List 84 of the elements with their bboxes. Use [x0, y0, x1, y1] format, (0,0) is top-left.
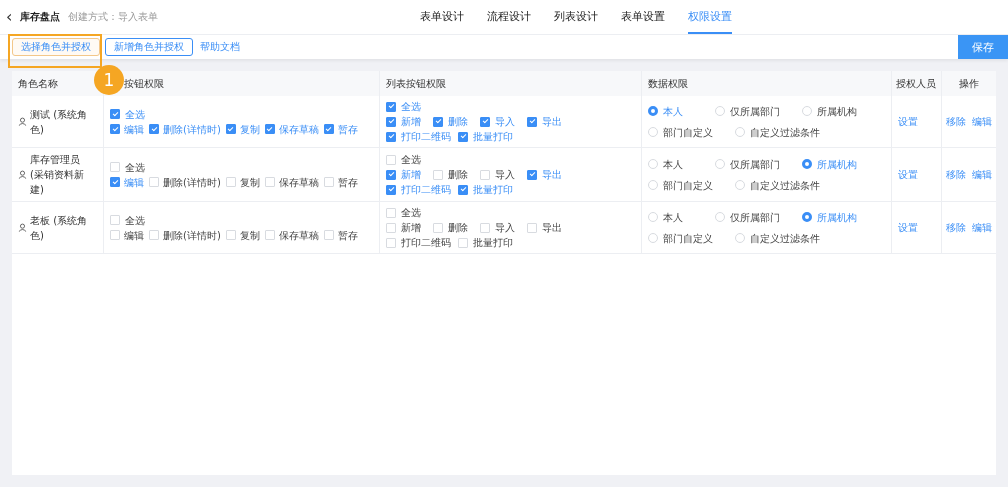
radio-option[interactable]: 部门自定义 [648, 231, 713, 245]
checkbox-option[interactable]: 批量打印 [458, 236, 513, 249]
checkbox-option[interactable]: 新增 [386, 168, 433, 181]
checkbox-option[interactable]: 导出 [527, 168, 574, 181]
checkbox-option[interactable]: 新增 [386, 221, 433, 234]
role-name: 库存管理员 (采销资料新建) [30, 153, 85, 197]
role-icon [18, 170, 27, 179]
role-name: 老板 (系统角色) [30, 213, 89, 243]
step-badge: 1 [94, 65, 124, 95]
column-header-text: 按钮权限 [124, 76, 164, 91]
checkbox-option[interactable]: 编辑 [110, 122, 144, 136]
checkbox-option[interactable]: 保存草稿 [264, 228, 319, 242]
checkbox-option[interactable]: 复制 [225, 228, 260, 242]
radio-option[interactable]: 本人 [648, 157, 693, 171]
radio-option[interactable]: 所属机构 [802, 157, 857, 171]
checkbox-option[interactable]: 导出 [527, 221, 574, 234]
radio-option[interactable]: 自定义过滤条件 [735, 231, 820, 245]
radio-option[interactable]: 自定义过滤条件 [735, 178, 820, 192]
tab[interactable]: 表单设置 [621, 0, 665, 34]
checkbox-option[interactable]: 删除(详情时) [149, 122, 221, 136]
column-header: 数据权限 [642, 71, 892, 96]
checkbox-option[interactable]: 复制 [225, 122, 260, 136]
checkbox-option[interactable]: 删除 [433, 168, 480, 181]
checkbox-option[interactable]: 新增 [386, 115, 433, 128]
checkbox-option[interactable]: 保存草稿 [264, 175, 319, 189]
checkbox-option[interactable]: 打印二维码 [386, 130, 458, 143]
action-link[interactable]: 移除 [946, 114, 966, 129]
role-icon [18, 223, 27, 232]
checkbox-option[interactable]: 编辑 [110, 228, 144, 242]
checkbox-option[interactable]: 暂存 [323, 122, 358, 136]
outline-button[interactable]: 新增角色并授权 [105, 38, 193, 56]
checkbox-option[interactable]: 暂存 [323, 175, 358, 189]
column-header: 操作 [942, 71, 996, 96]
back-button[interactable]: ‹ [6, 9, 13, 25]
radio-option[interactable]: 所属机构 [802, 104, 857, 118]
role-name: 测试 (系统角色) [30, 107, 89, 137]
radio-option[interactable]: 自定义过滤条件 [735, 125, 820, 139]
column-header: 授权人员 [892, 71, 942, 96]
checkbox-option[interactable]: 编辑 [110, 175, 144, 189]
checkbox-option[interactable]: 全选 [386, 153, 421, 166]
page-title: 库存盘点 [20, 10, 61, 24]
radio-option[interactable]: 仅所属部门 [715, 157, 780, 171]
radio-option[interactable]: 部门自定义 [648, 125, 713, 139]
tab[interactable]: 表单设计 [420, 0, 464, 34]
checkbox-option[interactable]: 删除(详情时) [149, 175, 221, 189]
radio-option[interactable]: 本人 [648, 104, 693, 118]
radio-option[interactable]: 仅所属部门 [715, 210, 780, 224]
checkbox-option[interactable]: 打印二维码 [386, 183, 458, 196]
settings-link[interactable]: 设置 [898, 167, 935, 182]
help-link[interactable]: 帮助文档 [200, 40, 240, 54]
settings-link[interactable]: 设置 [898, 114, 935, 129]
checkbox-option[interactable]: 全选 [110, 213, 145, 227]
checkbox-option[interactable]: 导入 [480, 115, 527, 128]
checkbox-option[interactable]: 导入 [480, 221, 527, 234]
checkbox-option[interactable]: 复制 [225, 175, 260, 189]
checkbox-option[interactable]: 导入 [480, 168, 527, 181]
checkbox-option[interactable]: 导出 [527, 115, 574, 128]
checkbox-option[interactable]: 删除(详情时) [149, 228, 221, 242]
action-link[interactable]: 编辑 [972, 167, 992, 182]
page-subtitle: 创建方式：导入表单 [68, 10, 159, 24]
tab[interactable]: 流程设计 [487, 0, 531, 34]
checkbox-option[interactable]: 保存草稿 [264, 122, 319, 136]
checkbox-option[interactable]: 批量打印 [458, 183, 513, 196]
action-link[interactable]: 编辑 [972, 114, 992, 129]
tab[interactable]: 列表设计 [554, 0, 598, 34]
checkbox-option[interactable]: 全选 [386, 206, 421, 219]
checkbox-option[interactable]: 全选 [386, 100, 421, 113]
radio-option[interactable]: 本人 [648, 210, 693, 224]
radio-option[interactable]: 所属机构 [802, 210, 857, 224]
checkbox-option[interactable]: 全选 [110, 160, 145, 174]
action-link[interactable]: 移除 [946, 220, 966, 235]
checkbox-option[interactable]: 全选 [110, 107, 145, 121]
column-header: 列表按钮权限 [380, 71, 642, 96]
checkbox-option[interactable]: 打印二维码 [386, 236, 458, 249]
checkbox-option[interactable]: 删除 [433, 221, 480, 234]
settings-link[interactable]: 设置 [898, 220, 935, 235]
checkbox-option[interactable]: 删除 [433, 115, 480, 128]
action-link[interactable]: 编辑 [972, 220, 992, 235]
checkbox-option[interactable]: 暂存 [323, 228, 358, 242]
radio-option[interactable]: 仅所属部门 [715, 104, 780, 118]
radio-option[interactable]: 部门自定义 [648, 178, 713, 192]
role-icon [18, 117, 27, 126]
checkbox-option[interactable]: 批量打印 [458, 130, 513, 143]
action-link[interactable]: 移除 [946, 167, 966, 182]
